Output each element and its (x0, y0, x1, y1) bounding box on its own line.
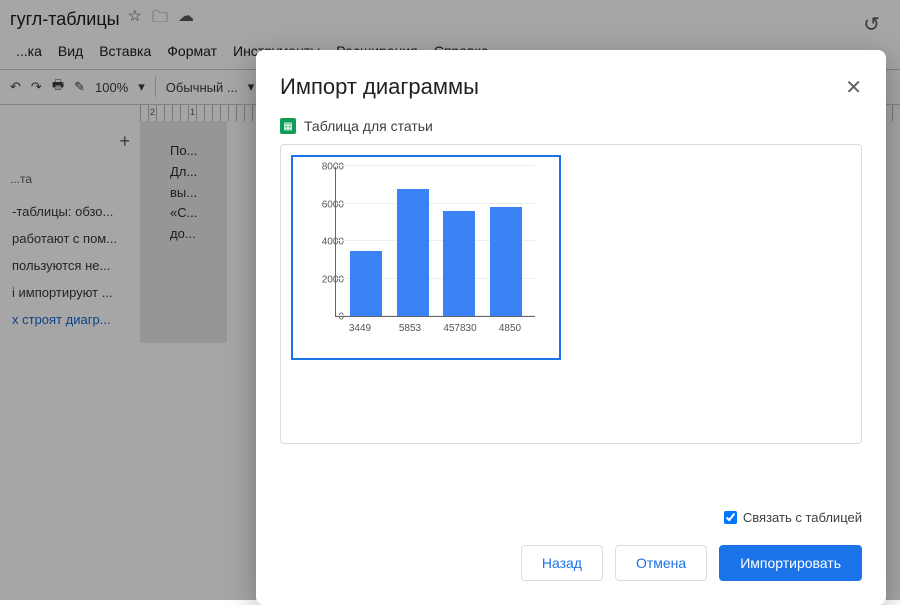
x-tick: 5853 (385, 317, 435, 334)
link-checkbox-input[interactable] (724, 511, 737, 524)
chart-bar (397, 189, 429, 317)
import-button[interactable]: Импортировать (719, 545, 862, 581)
chart-bar (490, 207, 522, 316)
import-chart-dialog: Импорт диаграммы ✕ ▦ Таблица для статьи … (256, 50, 886, 605)
back-button[interactable]: Назад (521, 545, 603, 581)
chart-bar (443, 211, 475, 316)
sheets-icon: ▦ (280, 118, 296, 134)
chart-picker-frame: 02000400060008000 344958534578304850 (280, 144, 862, 444)
close-icon[interactable]: ✕ (845, 75, 862, 100)
chart-bar (350, 251, 382, 316)
chart-thumbnail[interactable]: 02000400060008000 344958534578304850 (291, 155, 561, 360)
dialog-title: Импорт диаграммы (280, 74, 479, 100)
x-tick: 4850 (485, 317, 535, 334)
x-tick: 457830 (435, 317, 485, 334)
link-to-spreadsheet-checkbox[interactable]: Связать с таблицей (724, 510, 862, 525)
cancel-button[interactable]: Отмена (615, 545, 707, 581)
source-spreadsheet-name: Таблица для статьи (304, 118, 433, 134)
